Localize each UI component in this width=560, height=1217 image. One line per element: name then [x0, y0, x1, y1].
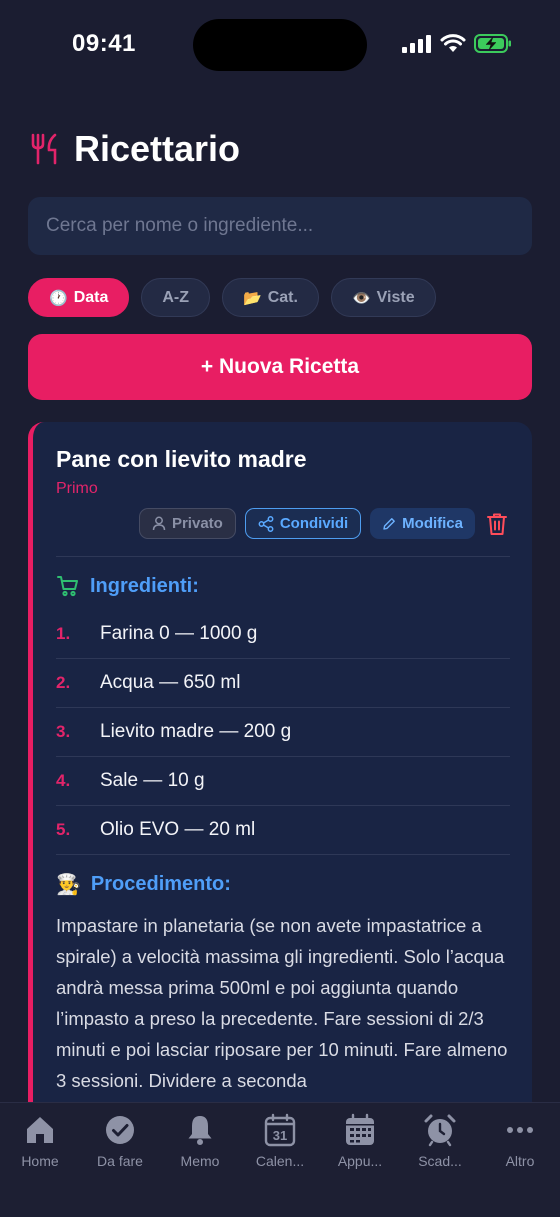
folder-icon: 📂	[243, 289, 262, 307]
status-time: 09:41	[72, 30, 136, 57]
ingredient-row: 4. Sale — 10 g	[56, 757, 510, 806]
search-input[interactable]	[28, 197, 532, 255]
ingredient-text: Sale — 10 g	[100, 770, 205, 791]
tab-calendar[interactable]: 31 Calen...	[240, 1103, 320, 1217]
recipe-card[interactable]: Pane con lievito madre Primo Privato Con…	[28, 422, 532, 1142]
procedure-text: Impastare in planetaria (se non avete im…	[56, 915, 508, 1091]
delete-button[interactable]	[484, 508, 510, 539]
ingredient-number: 1.	[56, 624, 71, 643]
tab-label: Calen...	[255, 1153, 305, 1169]
new-recipe-button[interactable]: + Nuova Ricetta	[28, 334, 532, 400]
chef-icon: 👨‍🍳	[56, 874, 81, 896]
ingredients-title: Ingredienti:	[90, 574, 199, 597]
ingredients-heading: Ingredienti:	[56, 574, 199, 598]
sort-chip-az[interactable]: A-Z	[141, 278, 211, 317]
tab-label: Da fare	[97, 1153, 143, 1169]
ingredient-number: 4.	[56, 771, 71, 790]
ingredient-text: Acqua — 650 ml	[100, 672, 241, 693]
tab-more[interactable]: Altro	[480, 1103, 560, 1217]
recipe-category: Primo	[56, 480, 98, 497]
tab-home[interactable]: Home	[0, 1103, 80, 1217]
wifi-icon	[440, 34, 466, 52]
ingredient-text: Olio EVO — 20 ml	[100, 819, 256, 840]
tab-memo[interactable]: Memo	[160, 1103, 240, 1217]
calendar-grid-icon	[346, 1113, 374, 1145]
edit-label: Modifica	[402, 515, 463, 532]
ingredient-row: 1. Farina 0 — 1000 g	[56, 610, 510, 659]
procedure-heading: 👨‍🍳 Procedimento:	[56, 872, 231, 897]
tab-appointments[interactable]: Appu...	[320, 1103, 400, 1217]
ingredient-number: 5.	[56, 820, 71, 839]
ingredient-text: Farina 0 — 1000 g	[100, 623, 258, 644]
svg-text:31: 31	[273, 1128, 287, 1143]
edit-button[interactable]: Modifica	[370, 508, 475, 539]
divider	[56, 556, 510, 557]
trash-icon	[487, 513, 507, 535]
battery-charging-icon	[474, 34, 511, 53]
procedure-title: Procedimento:	[90, 873, 231, 895]
page-title: Ricettario	[74, 128, 241, 169]
person-icon	[152, 516, 166, 531]
sort-chip-views[interactable]: 👁️ Viste	[330, 278, 436, 317]
more-icon	[507, 1127, 533, 1133]
recipe-actions: Privato Condividi Modifica	[138, 508, 510, 539]
private-button[interactable]: Privato	[138, 508, 236, 539]
status-icons	[402, 34, 512, 53]
clock-icon: 🕐	[49, 289, 68, 307]
tab-label: Altro	[505, 1153, 535, 1169]
recipe-title: Pane con lievito madre	[56, 446, 307, 472]
pencil-icon	[383, 517, 396, 530]
ingredient-number: 2.	[56, 673, 71, 692]
tab-label: Scad...	[418, 1153, 462, 1169]
sort-chip-label: Cat.	[267, 288, 298, 306]
eye-icon: 👁️	[351, 289, 371, 307]
ingredient-row: 3. Lievito madre — 200 g	[56, 708, 510, 757]
fork-knife-icon	[31, 133, 57, 165]
ingredient-row: 5. Olio EVO — 20 ml	[56, 806, 510, 855]
tab-label: Home	[21, 1153, 59, 1169]
tab-bar: Home Da fare Memo 31 Calen... Appu... Sc…	[0, 1102, 560, 1217]
sort-chip-label: Viste	[376, 288, 415, 306]
status-bar: 09:41	[0, 0, 560, 90]
cart-icon	[57, 576, 78, 597]
tab-label: Appu...	[337, 1153, 383, 1169]
tab-todo[interactable]: Da fare	[80, 1103, 160, 1217]
sort-chip-date[interactable]: 🕐 Data	[28, 278, 130, 317]
app-header: Ricettario	[30, 128, 240, 170]
dynamic-island	[193, 19, 367, 71]
private-label: Privato	[171, 515, 223, 532]
tab-deadlines[interactable]: Scad...	[400, 1103, 480, 1217]
ingredient-number: 3.	[56, 722, 71, 741]
check-circle-icon	[106, 1116, 134, 1144]
sort-chip-label: A-Z	[162, 288, 190, 306]
cellular-signal-icon	[402, 34, 431, 53]
ingredient-row: 2. Acqua — 650 ml	[56, 659, 510, 708]
sort-chip-category[interactable]: 📂 Cat.	[222, 278, 319, 317]
sort-chips: 🕐 Data A-Z 📂 Cat. 👁️ Viste	[28, 278, 436, 317]
sort-chip-label: Data	[73, 288, 109, 306]
bell-icon	[188, 1116, 212, 1145]
ingredient-text: Lievito madre — 200 g	[100, 721, 292, 742]
alarm-clock-icon	[424, 1114, 456, 1147]
tab-label: Memo	[180, 1153, 220, 1169]
share-label: Condividi	[279, 515, 349, 532]
calendar-icon: 31	[264, 1113, 296, 1147]
share-icon	[258, 515, 274, 532]
share-button[interactable]: Condividi	[244, 508, 362, 539]
home-icon	[27, 1117, 53, 1143]
